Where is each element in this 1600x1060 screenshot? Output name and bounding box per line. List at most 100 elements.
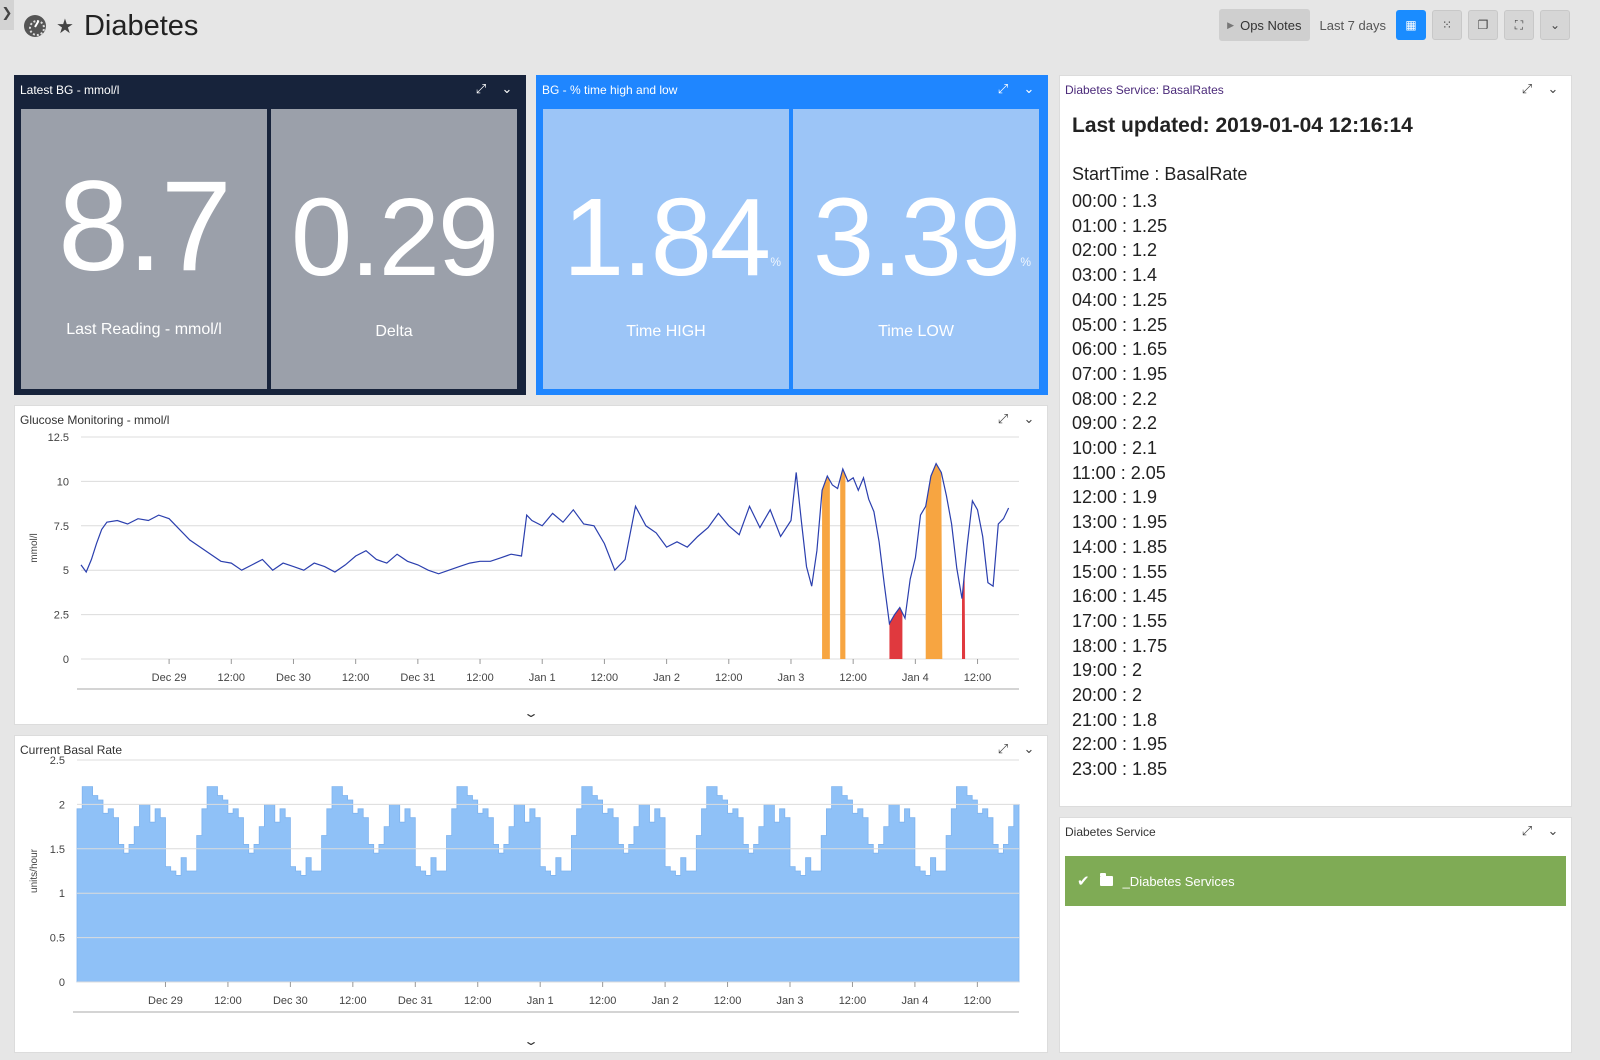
basal-rate-row: 02:00 : 1.2 [1072, 240, 1158, 261]
basal-rate-row: 23:00 : 1.85 [1072, 759, 1168, 780]
chevron-down-icon[interactable]: ⌄ [1021, 81, 1037, 97]
expand-icon[interactable]: ⤢ [473, 81, 489, 97]
fullscreen-button[interactable]: ⛶ [1504, 10, 1534, 40]
y-tick-label: 12.5 [48, 432, 69, 444]
x-tick-label: 12:00 [715, 672, 743, 684]
y-axis-label: units/hour [29, 848, 40, 893]
high-band [840, 468, 846, 659]
expand-icon[interactable]: ⤢ [1519, 823, 1535, 839]
fullscreen-icon: ⛶ [1514, 17, 1524, 32]
expand-icon[interactable]: ⤢ [995, 81, 1011, 97]
basal-rate-row: 00:00 : 1.3 [1072, 191, 1158, 211]
basal-chart: 0 0.5 1 1.5 2 2.5 units/hour Dec 29 12:00 Dec 30 1… [29, 755, 1020, 1013]
ops-notes-label: Ops Notes [1240, 17, 1302, 33]
tile-value: 3.39 [812, 176, 1021, 299]
glucose-line [80, 462, 1010, 626]
layout-button[interactable]: ⁙ [1432, 10, 1462, 40]
low-band [889, 607, 903, 659]
expand-icon[interactable]: ⤢ [1519, 81, 1535, 97]
dashboard-icon [24, 15, 46, 37]
x-tick-label: Jan 4 [901, 995, 928, 1007]
basal-rate-row: 22:00 : 1.95 [1072, 734, 1168, 755]
basal-rate-row: 18:00 : 1.75 [1072, 635, 1168, 656]
basal-area [76, 786, 1020, 983]
service-item-label: _Diabetes Services [1122, 873, 1235, 889]
y-tick-label: 1.5 [50, 844, 65, 856]
y-tick-label: 2.5 [50, 755, 65, 767]
star-icon[interactable]: ★ [56, 14, 74, 39]
chevron-down-icon[interactable]: ⌄ [499, 81, 515, 97]
page-header: ★ Diabetes [24, 6, 198, 46]
x-tick-label: Jan 4 [902, 672, 929, 684]
glucose-chart-widget: Glucose Monitoring - mmol/l ⤢ ⌄ 0 2.5 5 7.5… [14, 405, 1048, 725]
x-tick-label: Jan 2 [652, 995, 679, 1007]
glucose-chart: 0 2.5 5 7.5 10 12.5 mmol/l Dec 29 12:00 Dec 30 12:… [29, 432, 1019, 690]
time-high-tile: 1.84 % Time HIGH [543, 109, 789, 389]
x-tick-label: 12:00 [839, 995, 867, 1007]
time-range[interactable]: Last 7 days [1320, 18, 1387, 33]
time-low-tile: 3.39 % Time LOW [793, 109, 1039, 389]
widget-title: Latest BG - mmol/l [20, 83, 120, 97]
more-options-button[interactable]: ⌄ [1540, 10, 1570, 40]
x-tick-label: Jan 3 [778, 672, 805, 684]
tile-unit: % [770, 255, 781, 269]
tile-label: Time HIGH [626, 323, 706, 340]
chevron-down-icon[interactable]: ⌄ [1545, 823, 1561, 839]
ops-notes-button[interactable]: ▶ Ops Notes [1219, 9, 1310, 41]
x-tick-label: Dec 29 [152, 672, 187, 684]
sidebar-toggle[interactable]: ❯ [0, 0, 14, 30]
chevron-down-icon[interactable]: ⌄ [523, 1034, 539, 1048]
bg-time-widget: BG - % time high and low ⤢ ⌄ 1.84 % Time… [536, 75, 1048, 395]
tile-label: Time LOW [878, 323, 954, 340]
tile-label: Last Reading - mmol/l [66, 321, 222, 338]
diabetes-service-widget: Diabetes Service ⤢ ⌄ ✔ _Diabetes Service… [1059, 817, 1572, 1053]
x-tick-label: Dec 30 [273, 995, 308, 1007]
y-tick-label: 7.5 [54, 521, 69, 533]
y-tick-label: 10 [57, 476, 69, 488]
chevron-down-icon[interactable]: ⌄ [523, 706, 539, 720]
widget-title: BG - % time high and low [542, 83, 678, 97]
basal-rate-row: 21:00 : 1.8 [1072, 709, 1158, 730]
x-tick-label: Dec 30 [276, 672, 311, 684]
widget-title: Diabetes Service: BasalRates [1065, 83, 1224, 97]
basal-rate-row: 13:00 : 1.95 [1072, 512, 1168, 533]
calendar-button[interactable]: ▦ [1396, 10, 1426, 40]
x-tick-label: 12:00 [214, 995, 242, 1007]
service-list-item[interactable]: ✔ _Diabetes Services [1065, 856, 1566, 906]
x-tick-label: Jan 2 [653, 672, 680, 684]
chevron-down-icon[interactable]: ⌄ [1545, 81, 1561, 97]
clone-icon: ❐ [1477, 18, 1489, 32]
basal-rate-row: 07:00 : 1.95 [1072, 363, 1168, 384]
x-tick-label: 12:00 [466, 672, 494, 684]
basal-rate-row: 20:00 : 2 [1072, 685, 1143, 706]
x-tick-label: Dec 29 [148, 995, 183, 1007]
x-tick-label: Jan 1 [529, 672, 556, 684]
basal-rate-row: 04:00 : 1.25 [1072, 289, 1168, 310]
x-tick-label: Jan 3 [777, 995, 804, 1007]
calendar-icon: ▦ [1405, 18, 1417, 32]
y-tick-label: 5 [63, 565, 69, 577]
x-tick-label: 12:00 [964, 672, 992, 684]
last-updated: Last updated: 2019-01-04 12:16:14 [1072, 114, 1413, 137]
x-tick-label: Dec 31 [398, 995, 433, 1007]
y-tick-label: 0 [59, 977, 65, 989]
basal-rates-widget: Diabetes Service: BasalRates ⤢ ⌄ Last up… [1059, 75, 1572, 807]
x-tick-label: 12:00 [964, 995, 992, 1007]
x-tick-label: 12:00 [464, 995, 492, 1007]
tile-value: 8.7 [58, 155, 232, 298]
clone-button[interactable]: ❐ [1468, 10, 1498, 40]
y-tick-label: 2 [59, 799, 65, 811]
y-axis-label: mmol/l [29, 533, 40, 562]
widget-title: Diabetes Service [1065, 825, 1156, 839]
basal-rate-row: 17:00 : 1.55 [1072, 610, 1168, 631]
y-tick-label: 2.5 [54, 610, 69, 622]
basal-rate-row: 14:00 : 1.85 [1072, 536, 1168, 557]
x-tick-label: 12:00 [589, 995, 617, 1007]
y-tick-label: 1 [59, 888, 65, 900]
high-band [822, 476, 830, 659]
latest-bg-widget: Latest BG - mmol/l ⤢ ⌄ 8.7 Last Reading … [14, 75, 526, 395]
page-title: Diabetes [83, 9, 199, 42]
x-tick-label: 12:00 [591, 672, 619, 684]
tile-value: 0.29 [290, 176, 499, 299]
basal-rate-row: 01:00 : 1.25 [1072, 215, 1168, 236]
